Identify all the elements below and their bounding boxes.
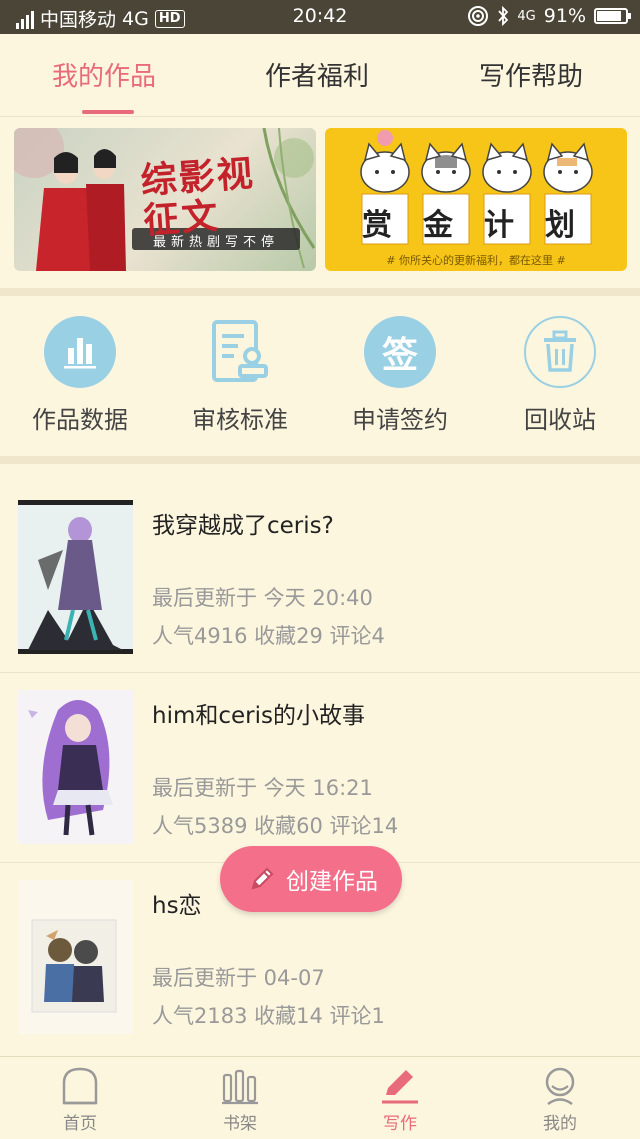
work-title[interactable]: him和ceris的小故事 bbox=[152, 696, 365, 730]
create-work-button[interactable]: 创建作品 bbox=[220, 846, 402, 912]
active-tab-indicator bbox=[82, 110, 134, 114]
reward-char: 赏 bbox=[362, 208, 392, 243]
section-divider bbox=[0, 456, 640, 464]
reward-char: 金 bbox=[423, 208, 453, 243]
user-icon bbox=[545, 1067, 575, 1105]
tab-author-benefits[interactable]: 作者福利 bbox=[265, 56, 369, 93]
bottom-nav: 首页 书架 写作 我的 bbox=[0, 1056, 640, 1139]
banner-left-subtitle: 最新热剧写不停 bbox=[152, 235, 279, 250]
work-cover-image bbox=[18, 690, 133, 844]
bookshelf-icon bbox=[222, 1069, 258, 1105]
review-document-icon bbox=[212, 320, 268, 382]
work-item[interactable]: 我穿越成了ceris? 最后更新于 今天 20:40 人气4916 收藏29 评… bbox=[0, 482, 640, 673]
recycle-bin-button[interactable]: 回收站 bbox=[480, 316, 640, 435]
nav-label: 写作 bbox=[383, 1114, 417, 1134]
work-stats: 人气5389 收藏60 评论14 bbox=[152, 814, 399, 838]
create-work-label: 创建作品 bbox=[286, 869, 378, 895]
work-cover-image bbox=[18, 880, 133, 1034]
trash-icon bbox=[524, 316, 596, 388]
bluetooth-icon bbox=[498, 6, 509, 26]
tab-writing-help[interactable]: 写作帮助 bbox=[479, 56, 583, 93]
hotspot-icon bbox=[468, 6, 489, 26]
review-standard-button[interactable]: 审核标准 bbox=[160, 316, 320, 435]
banner-film-tv-contest[interactable]: 综影视征文 最新热剧写不停 bbox=[14, 128, 316, 271]
section-divider bbox=[0, 288, 640, 296]
write-pencil-icon bbox=[382, 1070, 418, 1104]
banner-reward-plan[interactable]: 赏 金 计 划 # 你所关心的更新福利，都在这里 # bbox=[325, 128, 627, 271]
battery-network-label: 4G bbox=[517, 8, 536, 24]
nav-home[interactable]: 首页 bbox=[0, 1065, 160, 1134]
battery-percent: 91% bbox=[543, 5, 586, 27]
pencil-icon bbox=[251, 867, 274, 890]
divider bbox=[0, 116, 640, 117]
status-bar: 中国移动 4G HD 20:42 4G 91% bbox=[0, 0, 640, 34]
apply-contract-button[interactable]: 签 申请签约 bbox=[320, 316, 480, 435]
nav-label: 我的 bbox=[543, 1114, 577, 1134]
work-stats: 人气4916 收藏29 评论4 bbox=[152, 624, 385, 648]
bar-chart-icon bbox=[44, 316, 116, 388]
nav-write[interactable]: 写作 bbox=[320, 1065, 480, 1134]
nav-label: 书架 bbox=[223, 1114, 257, 1134]
work-updated: 最后更新于 今天 20:40 bbox=[152, 586, 373, 610]
nav-bookshelf[interactable]: 书架 bbox=[160, 1065, 320, 1134]
reward-char: 划 bbox=[545, 208, 575, 243]
battery-icon bbox=[594, 8, 631, 24]
home-icon bbox=[62, 1067, 98, 1105]
works-data-button[interactable]: 作品数据 bbox=[0, 316, 160, 435]
reward-char: 计 bbox=[484, 208, 514, 243]
banner-left-title: 综影视征文 bbox=[139, 152, 256, 243]
tab-my-works[interactable]: 我的作品 bbox=[52, 56, 156, 93]
sign-icon-glyph: 签 bbox=[381, 335, 418, 376]
work-title[interactable]: 我穿越成了ceris? bbox=[152, 506, 334, 540]
work-stats: 人气2183 收藏14 评论1 bbox=[152, 1004, 385, 1028]
nav-mine[interactable]: 我的 bbox=[480, 1065, 640, 1134]
action-label: 作品数据 bbox=[32, 406, 128, 434]
action-label: 申请签约 bbox=[352, 406, 448, 434]
nav-label: 首页 bbox=[63, 1114, 97, 1134]
top-tabs: 我的作品 作者福利 写作帮助 bbox=[0, 34, 640, 116]
reward-plan-title: 赏 金 计 划 bbox=[362, 200, 591, 244]
work-item[interactable]: him和ceris的小故事 最后更新于 今天 16:21 人气5389 收藏60… bbox=[0, 672, 640, 863]
banner-right-caption: # 你所关心的更新福利，都在这里 # bbox=[386, 254, 566, 267]
work-cover-image bbox=[18, 500, 133, 654]
quick-actions: 作品数据 审核标准 签 申请签约 回收站 bbox=[0, 300, 640, 456]
work-title[interactable]: hs恋 bbox=[152, 886, 202, 920]
action-label: 审核标准 bbox=[192, 406, 288, 434]
work-updated: 最后更新于 今天 16:21 bbox=[152, 776, 373, 800]
sign-icon: 签 bbox=[364, 316, 436, 388]
work-updated: 最后更新于 04-07 bbox=[152, 966, 325, 990]
action-label: 回收站 bbox=[524, 406, 596, 434]
